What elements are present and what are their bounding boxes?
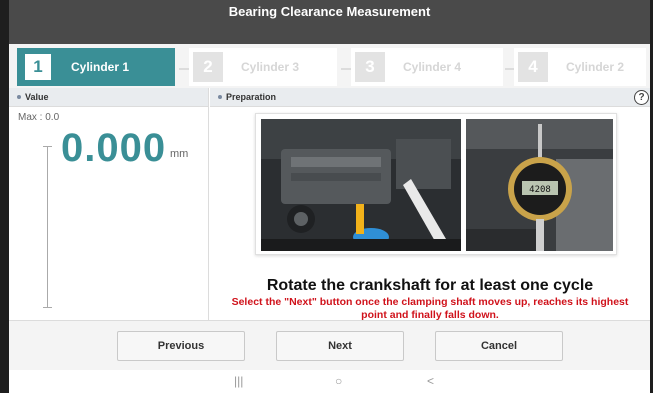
window-title: Bearing Clearance Measurement — [228, 4, 431, 19]
back-icon[interactable]: < — [427, 374, 434, 388]
engine-bay-image — [261, 119, 461, 251]
preparation-panel-header: Preparation — [210, 88, 650, 107]
action-bar: Previous Next Cancel — [9, 320, 650, 370]
bullet-icon — [218, 94, 222, 99]
value-panel-title: Value — [25, 92, 49, 102]
value-panel-header: Value — [9, 88, 208, 107]
step-label: Cylinder 4 — [403, 60, 462, 74]
step-label: Cylinder 2 — [566, 60, 625, 74]
title-bar: Bearing Clearance Measurement — [9, 0, 650, 40]
step-number: 4 — [518, 52, 548, 82]
step-label: Cylinder 3 — [241, 60, 300, 74]
step-number: 2 — [193, 52, 223, 82]
step-number: 3 — [355, 52, 385, 82]
gauge-bottom-tick — [43, 307, 52, 308]
bullet-icon — [17, 94, 21, 99]
next-button[interactable]: Next — [276, 331, 404, 361]
step-indicator: 1 Cylinder 1 2 Cylinder 3 3 Cylinder 4 4… — [9, 40, 650, 88]
recents-icon[interactable]: ||| — [234, 374, 243, 388]
step-connector — [341, 68, 351, 70]
instruction-title: Rotate the crankshaft for at least one c… — [266, 277, 594, 294]
instruction-detail: Select the "Next" button once the clampi… — [231, 296, 629, 321]
step-cylinder-1[interactable]: 1 Cylinder 1 — [17, 48, 175, 86]
value-unit: mm — [170, 148, 189, 160]
home-icon[interactable]: ○ — [335, 374, 342, 388]
preparation-panel: Preparation ? 4208 Rotate the crankshaft… — [210, 88, 650, 321]
step-number: 1 — [23, 52, 53, 82]
measured-value: 0.000 — [61, 126, 167, 170]
step-cylinder-3[interactable]: 2 Cylinder 3 — [189, 48, 337, 86]
dial-gauge-image: 4208 — [466, 119, 613, 251]
cancel-button[interactable]: Cancel — [435, 331, 563, 361]
max-value-label: Max : 0.0 — [18, 112, 60, 123]
value-panel: Value Max : 0.0 0.000 mm — [9, 88, 209, 320]
help-icon[interactable]: ? — [634, 90, 649, 105]
previous-button[interactable]: Previous — [117, 331, 245, 361]
app-frame: Bearing Clearance Measurement 1 Cylinder… — [0, 0, 653, 393]
step-cylinder-2[interactable]: 4 Cylinder 2 — [514, 48, 646, 86]
android-nav-bar: ||| ○ < — [9, 370, 650, 393]
step-connector — [179, 68, 189, 70]
gauge-reading: 4208 — [529, 185, 551, 195]
step-cylinder-4[interactable]: 3 Cylinder 4 — [351, 48, 503, 86]
step-label: Cylinder 1 — [71, 60, 130, 74]
instruction-images: 4208 — [255, 113, 617, 255]
preparation-panel-title: Preparation — [226, 92, 277, 102]
gauge-scale — [47, 146, 48, 308]
